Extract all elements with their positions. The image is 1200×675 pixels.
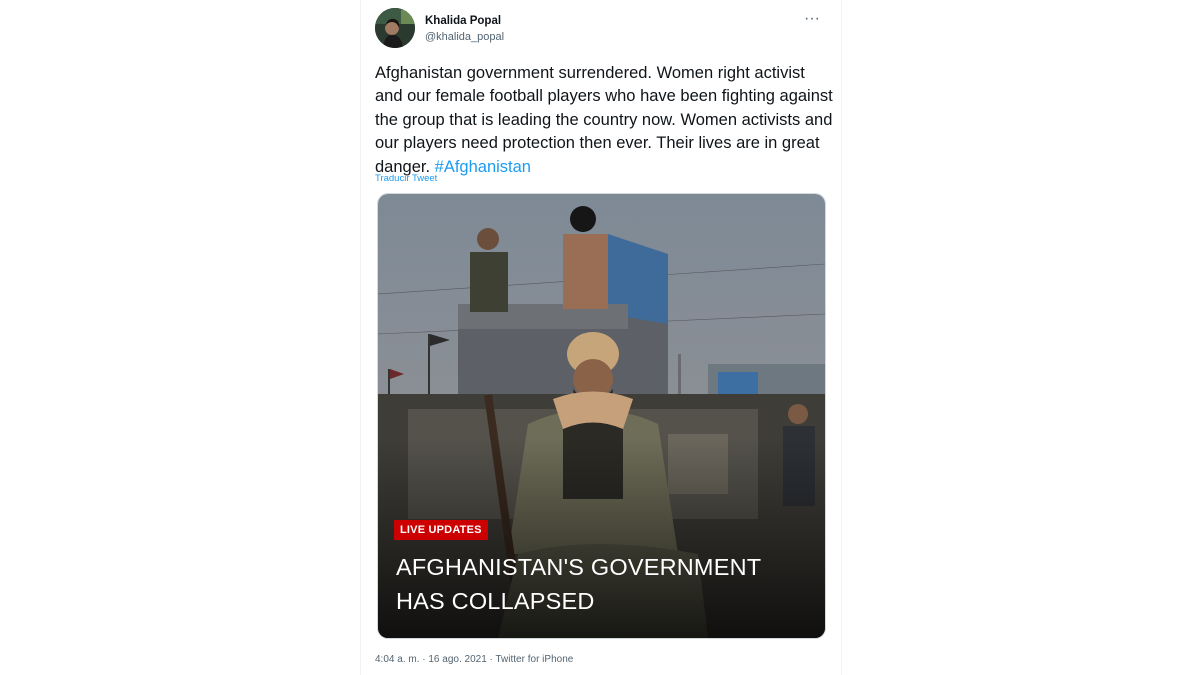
media-headline: AFGHANISTAN'S GOVERNMENT HAS COLLAPSED	[396, 554, 761, 614]
avatar[interactable]	[375, 8, 415, 48]
more-options-button[interactable]: ···	[801, 10, 823, 30]
author-handle[interactable]: @khalida_popal	[425, 30, 504, 44]
separator: ·	[422, 654, 426, 665]
hashtag-link[interactable]: #Afghanistan	[435, 158, 531, 176]
tweet-media[interactable]: LIVE UPDATES AFGHANISTAN'S GOVERNMENT HA…	[377, 193, 826, 639]
tweet-date[interactable]: 16 ago. 2021	[428, 654, 486, 665]
author-info: Khalida Popal @khalida_popal	[425, 14, 504, 44]
tweet-card: Khalida Popal @khalida_popal ··· Afghani…	[360, 0, 842, 675]
more-horizontal-icon: ···	[804, 10, 820, 27]
tweet-time[interactable]: 4:04 a. m.	[375, 654, 419, 665]
tweet-metadata: 4:04 a. m. · 16 ago. 2021 · Twitter for …	[375, 654, 573, 665]
separator: ·	[489, 654, 493, 665]
translate-tweet-link[interactable]: Traducir Tweet	[375, 173, 437, 184]
tweet-text: Afghanistan government surrendered. Wome…	[375, 62, 835, 179]
live-updates-badge: LIVE UPDATES	[394, 520, 488, 540]
avatar-image	[375, 8, 415, 48]
tweet-header: Khalida Popal @khalida_popal ···	[375, 8, 827, 50]
tweet-source[interactable]: Twitter for iPhone	[496, 654, 574, 665]
author-display-name[interactable]: Khalida Popal	[425, 14, 504, 28]
